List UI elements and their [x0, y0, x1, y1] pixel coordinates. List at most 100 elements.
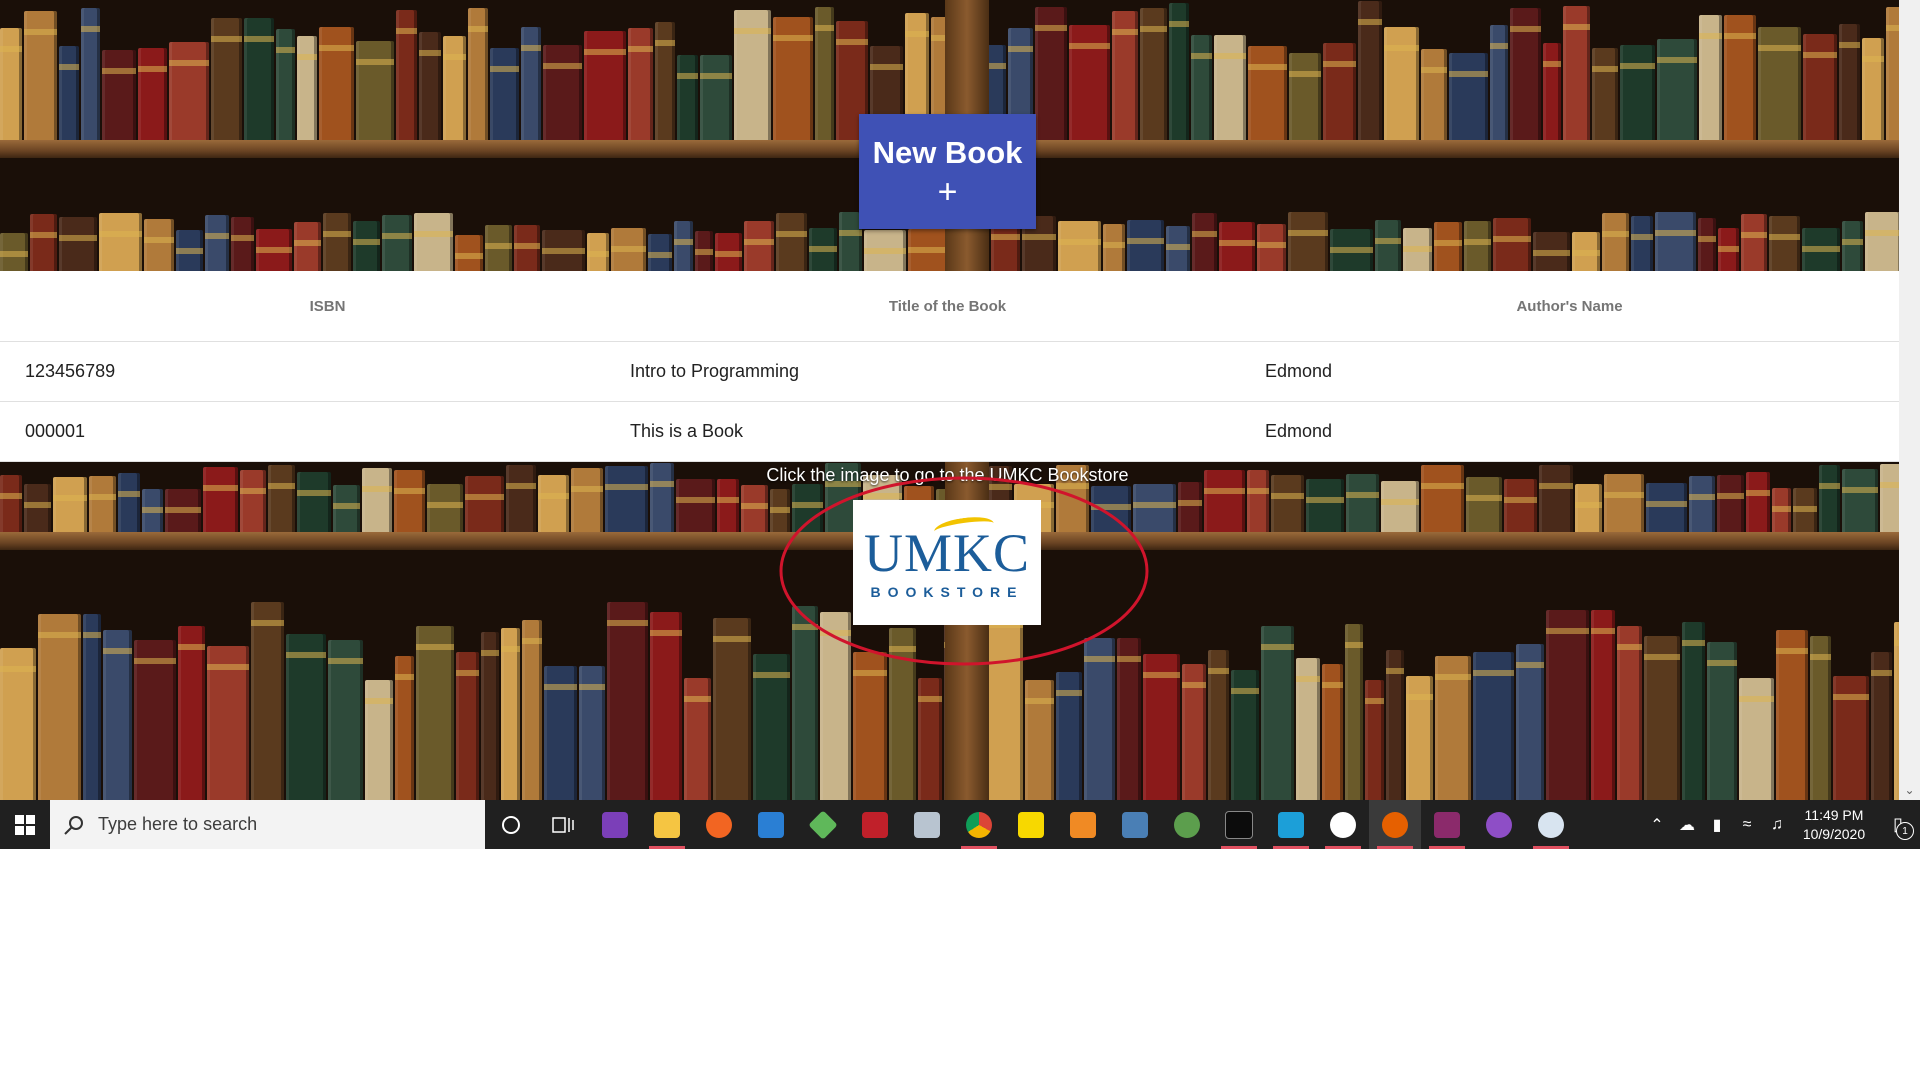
taskbar-search-box[interactable]: Type here to search: [50, 800, 485, 849]
paint-icon[interactable]: [1525, 800, 1577, 849]
book-spine: [1306, 479, 1344, 532]
system-tray: ⌃ ☁ ▮ ≈ ♫ 11:49 PM 10/9/2020 ▯ 1: [1642, 800, 1920, 849]
book-spine: [607, 602, 648, 800]
book-spine: [1464, 221, 1491, 271]
book-spine: [1058, 221, 1101, 271]
book-spine: [1169, 3, 1189, 140]
book-spine: [396, 10, 417, 140]
book-spine: [744, 221, 774, 271]
book-spine: [1192, 213, 1217, 271]
book-spine: [753, 654, 790, 800]
book-spine: [427, 484, 463, 532]
table-row[interactable]: 000001 This is a Book Edmond: [0, 402, 1899, 462]
visual-studio-icon[interactable]: [589, 800, 641, 849]
firefox-icon[interactable]: [1369, 800, 1421, 849]
book-spine: [1166, 226, 1190, 271]
origin-icon[interactable]: [693, 800, 745, 849]
book-spine: [59, 217, 97, 271]
onedrive-icon[interactable]: ☁: [1672, 800, 1702, 849]
book-spine: [456, 652, 479, 800]
book-spine: [1261, 626, 1294, 800]
book-spine: [676, 479, 715, 532]
book-spine: [864, 230, 906, 271]
app-icon[interactable]: [901, 800, 953, 849]
header-isbn[interactable]: ISBN: [0, 298, 655, 315]
book-spine: [1516, 644, 1544, 800]
mongodb-icon[interactable]: [1317, 800, 1369, 849]
new-book-button[interactable]: New Book +: [859, 114, 1036, 229]
git-icon[interactable]: [797, 800, 849, 849]
book-spine: [443, 36, 466, 140]
book-spine: [1833, 676, 1869, 800]
file-explorer-icon[interactable]: [641, 800, 693, 849]
clock[interactable]: 11:49 PM 10/9/2020: [1792, 806, 1876, 844]
chevron-up-icon[interactable]: ⌃: [1642, 800, 1672, 849]
book-spine: [356, 41, 394, 140]
header-title[interactable]: Title of the Book: [655, 298, 1240, 315]
book-spine: [1886, 7, 1899, 140]
game-icon[interactable]: [849, 800, 901, 849]
book-spine: [333, 485, 360, 532]
book-spine: [1493, 218, 1531, 271]
book-spine: [611, 228, 646, 271]
table-row[interactable]: 123456789 Intro to Programming Edmond: [0, 342, 1899, 402]
book-spine: [1296, 658, 1320, 800]
book-spine: [169, 42, 209, 140]
book-spine: [176, 230, 203, 271]
book-spine: [1510, 8, 1541, 140]
chrome-icon[interactable]: [953, 800, 1005, 849]
book-spine: [1140, 8, 1167, 140]
book-spine: [1365, 680, 1384, 800]
mail-icon[interactable]: [745, 800, 797, 849]
github-icon[interactable]: [1473, 800, 1525, 849]
book-spine: [1384, 27, 1419, 140]
book-spine: [514, 225, 540, 271]
webstorm-icon[interactable]: [1265, 800, 1317, 849]
book-spine: [134, 640, 176, 800]
notification-center-icon[interactable]: ▯ 1: [1876, 800, 1920, 849]
volume-icon[interactable]: ♫: [1762, 800, 1792, 849]
book-spine: [715, 233, 742, 271]
book-spine: [1769, 216, 1800, 271]
book-spine: [1345, 624, 1363, 800]
book-spine: [1143, 654, 1180, 800]
scroll-down-arrow-icon[interactable]: ⌄: [1899, 779, 1920, 800]
book-spine: [584, 31, 626, 140]
book-spine: [1127, 220, 1164, 271]
cell-title: This is a Book: [630, 421, 744, 441]
book-spine: [256, 229, 292, 271]
book-spine: [773, 17, 813, 140]
book-spine: [490, 48, 519, 140]
header-author[interactable]: Author's Name: [1240, 298, 1899, 315]
book-spine: [1739, 678, 1774, 800]
windows-start-icon[interactable]: [0, 800, 50, 849]
cortana-icon[interactable]: [485, 800, 537, 849]
book-spine: [353, 221, 380, 271]
book-spine: [211, 18, 242, 140]
winrar-icon[interactable]: [1421, 800, 1473, 849]
book-spine: [1025, 680, 1054, 800]
book-spine: [419, 32, 441, 140]
book-spine: [1504, 479, 1537, 532]
battery-icon[interactable]: ▮: [1702, 800, 1732, 849]
android-studio-icon[interactable]: [1161, 800, 1213, 849]
task-view-icon[interactable]: [537, 800, 589, 849]
virtualbox-icon[interactable]: [1109, 800, 1161, 849]
vertical-scrollbar[interactable]: [1899, 0, 1920, 800]
office-icon[interactable]: [1057, 800, 1109, 849]
book-spine: [734, 10, 771, 140]
book-spine: [178, 626, 205, 800]
book-spine: [1631, 216, 1653, 271]
book-spine: [1707, 642, 1737, 800]
book-spine: [414, 213, 453, 271]
sticky-notes-icon[interactable]: [1005, 800, 1057, 849]
book-spine: [1758, 27, 1801, 140]
wifi-icon[interactable]: ≈: [1732, 800, 1762, 849]
book-spine: [0, 648, 36, 800]
book-spine: [455, 235, 483, 271]
terminal-icon[interactable]: [1213, 800, 1265, 849]
cell-isbn: 123456789: [25, 361, 116, 381]
book-spine: [1533, 232, 1570, 271]
book-spine: [1386, 650, 1404, 800]
plus-icon: +: [937, 172, 958, 211]
